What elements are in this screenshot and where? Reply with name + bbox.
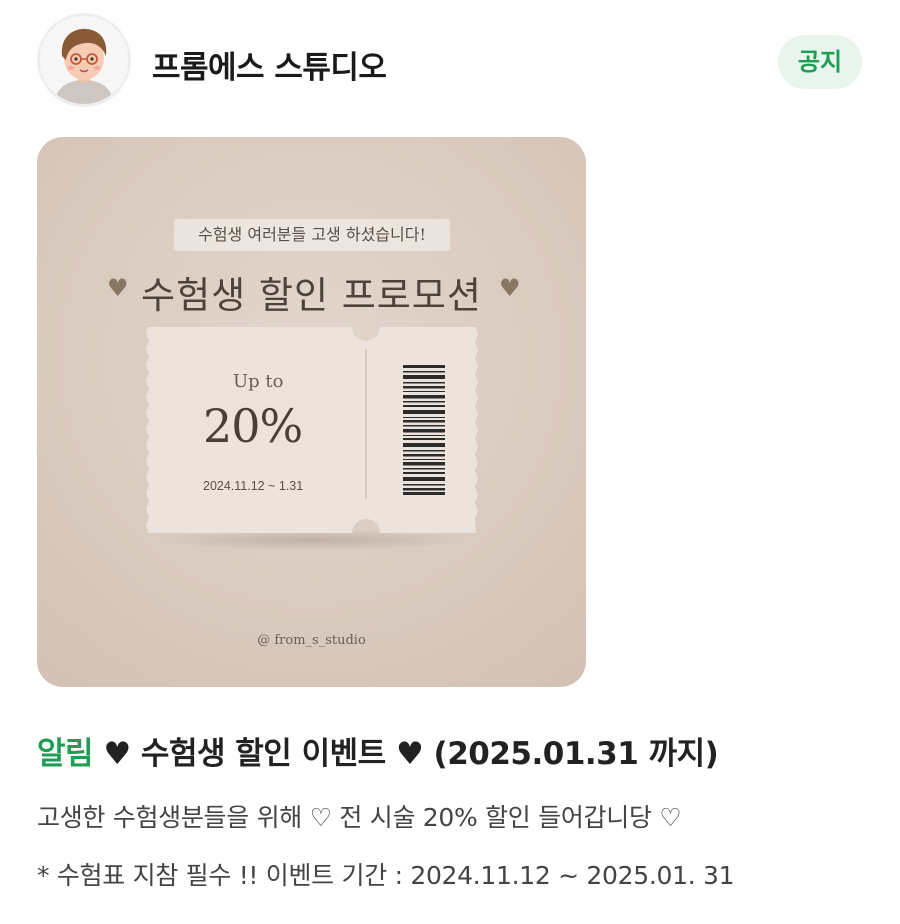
barcode-icon	[403, 365, 445, 495]
promo-subtitle: 수험생 여러분들 고생 하셨습니다!	[174, 219, 450, 251]
heart-right-icon: ♥	[499, 274, 521, 302]
ticket-date-range: 2024.11.12 ~ 1.31	[203, 479, 304, 493]
promo-handle: @ from_s_studio	[257, 633, 366, 648]
ticket-discount: 20%	[203, 399, 303, 453]
post-title[interactable]: 알림 ♥ 수험생 할인 이벤트 ♥ (2025.01.31 까지)	[37, 728, 719, 773]
notice-badge[interactable]: 공지	[778, 35, 862, 89]
post-body-line-2: * 수험표 지참 필수 !! 이벤트 기간 : 2024.11.12 ~ 202…	[37, 861, 735, 890]
person-avatar-icon	[40, 16, 128, 104]
post-title-text: ♥ 수험생 할인 이벤트 ♥ (2025.01.31 까지)	[93, 736, 719, 772]
shop-name[interactable]: 프롬에스 스튜디오	[152, 42, 387, 87]
post-body-line-1: 고생한 수험생분들을 위해 ♡ 전 시술 20% 할인 들어갑니당 ♡	[37, 803, 682, 832]
ticket-upto: Up to	[233, 371, 284, 392]
alert-label: 알림	[37, 736, 94, 772]
post-header: 프롬에스 스튜디오 공지	[0, 0, 900, 120]
promo-image[interactable]: 수험생 여러분들 고생 하셨습니다! ♥ 수험생 할인 프로모션 ♥ Up to…	[37, 137, 586, 687]
shop-avatar[interactable]	[40, 16, 128, 104]
